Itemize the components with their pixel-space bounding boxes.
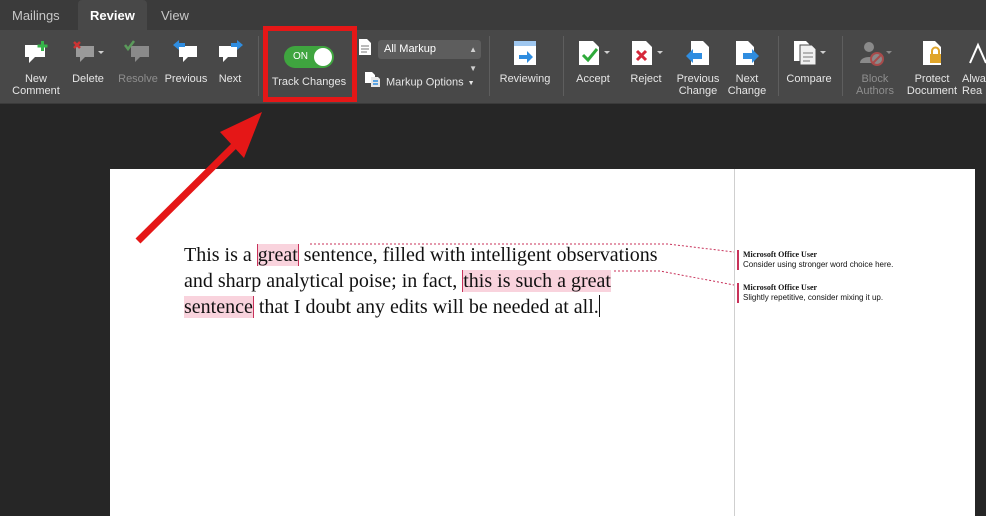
delete-comment-icon <box>71 38 105 68</box>
new-comment-icon <box>21 38 51 68</box>
previous-label: Previous <box>164 73 208 85</box>
document-body[interactable]: This is a great sentence, filled with in… <box>184 242 664 320</box>
accept-icon <box>575 38 611 68</box>
review-ribbon: New Comment Delete Resolve Previous Next… <box>0 30 986 104</box>
next-change-label: Next Change <box>727 73 767 97</box>
compare-button[interactable]: Compare <box>783 30 835 104</box>
protect-document-label: Protect Document <box>906 73 958 97</box>
new-comment-button[interactable]: New Comment <box>8 30 64 104</box>
next-label: Next <box>218 73 242 85</box>
next-change-button[interactable]: Next Change <box>724 30 770 104</box>
new-comment-label: New Comment <box>12 73 60 97</box>
resolve-comment-icon <box>123 38 153 68</box>
comment-text: Slightly repetitive, consider mixing it … <box>743 293 884 302</box>
markup-options-label: Markup Options <box>386 76 464 89</box>
block-authors-icon <box>857 38 893 68</box>
markup-pane-divider <box>734 169 735 516</box>
comment-author: Microsoft Office User <box>743 250 818 259</box>
text-run: This is a <box>184 244 257 266</box>
ribbon-separator <box>778 36 779 96</box>
comment-author: Microsoft Office User <box>743 283 818 292</box>
comment-anchor-1[interactable]: great <box>256 244 299 266</box>
protect-document-icon <box>918 38 946 68</box>
comment-balloon-2[interactable]: Microsoft Office User Slightly repetitiv… <box>737 283 883 303</box>
dropdown-arrow-icon: ▼ <box>467 80 475 88</box>
always-label: Alwa Rea <box>962 73 986 97</box>
text-cursor <box>598 295 600 317</box>
delete-comment-button[interactable]: Delete <box>66 30 110 104</box>
tab-mailings[interactable]: Mailings <box>0 0 72 30</box>
resolve-comment-button[interactable]: Resolve <box>114 30 162 104</box>
previous-change-button[interactable]: Previous Change <box>673 30 723 104</box>
always-read-only-button[interactable]: Alwa Rea <box>962 30 986 104</box>
word-window: Mailings Review View New Comment Delete … <box>0 0 986 516</box>
block-authors-label: Block Authors <box>856 73 894 97</box>
read-only-icon <box>962 38 986 68</box>
highlight-box <box>263 26 357 102</box>
reject-label: Reject <box>630 73 662 85</box>
ribbon-separator <box>489 36 490 96</box>
tab-view[interactable]: View <box>149 0 201 30</box>
protect-document-button[interactable]: Protect Document <box>904 30 960 104</box>
display-for-review-select[interactable]: All Markup ▲ ▼ <box>378 40 481 73</box>
compare-label: Compare <box>786 73 832 85</box>
reject-change-button[interactable]: Reject <box>624 30 668 104</box>
ribbon-tab-bar: Mailings Review View <box>0 0 986 30</box>
block-authors-button[interactable]: Block Authors <box>850 30 900 104</box>
previous-change-icon <box>684 38 712 68</box>
previous-comment-icon <box>171 38 201 68</box>
display-for-review-value: All Markup <box>384 43 436 55</box>
ribbon-separator <box>258 36 259 96</box>
document-page[interactable] <box>110 169 975 516</box>
next-comment-icon <box>215 38 245 68</box>
document-icon <box>358 38 372 61</box>
markup-options-button[interactable]: Markup Options ▼ <box>364 71 475 89</box>
ribbon-separator <box>842 36 843 96</box>
next-comment-button[interactable]: Next <box>212 30 248 104</box>
reject-icon <box>628 38 664 68</box>
pointer-arrowhead <box>220 112 262 158</box>
markup-options-icon <box>364 71 381 94</box>
comment-text: Consider using stronger word choice here… <box>743 260 894 269</box>
reviewing-pane-icon <box>512 38 538 68</box>
text-run: that I doubt any edits will be needed at… <box>253 296 599 318</box>
accept-label: Accept <box>576 73 610 85</box>
reviewing-label: Reviewing <box>499 73 551 85</box>
reviewing-pane-button[interactable]: Reviewing <box>494 30 556 104</box>
resolve-label: Resolve <box>118 73 158 85</box>
next-change-icon <box>733 38 761 68</box>
comment-balloon-1[interactable]: Microsoft Office User Consider using str… <box>737 250 893 270</box>
tab-review[interactable]: Review <box>78 0 147 30</box>
previous-comment-button[interactable]: Previous <box>162 30 210 104</box>
accept-change-button[interactable]: Accept <box>570 30 616 104</box>
compare-icon <box>791 38 827 68</box>
ribbon-separator <box>563 36 564 96</box>
delete-label: Delete <box>72 73 104 85</box>
previous-change-label: Previous Change <box>676 73 720 97</box>
